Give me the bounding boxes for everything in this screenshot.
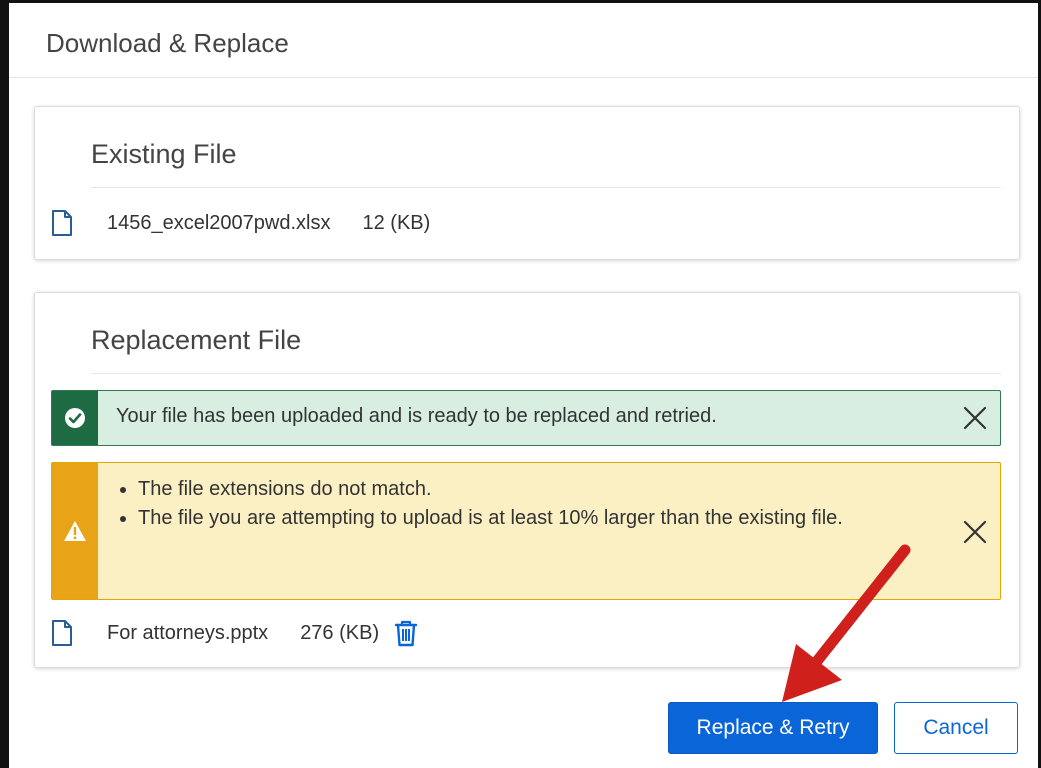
dialog-title: Download & Replace [46,28,289,58]
document-icon [52,210,72,236]
cancel-button[interactable]: Cancel [894,702,1018,754]
replacement-file-row: For attorneys.pptx 276 (KB) [51,619,419,647]
replacement-file-size: 276 (KB) [300,621,380,644]
existing-file-heading: Existing File [91,139,237,169]
warning-triangle-icon [64,521,86,541]
existing-file-row: 1456_excel2007pwd.xlsx 12 (KB) [51,210,430,236]
trash-icon[interactable] [393,619,419,647]
close-icon[interactable] [960,403,990,433]
replacement-file-name: For attorneys.pptx [107,621,269,644]
replace-and-retry-button[interactable]: Replace & Retry [668,702,878,754]
check-circle-icon [65,408,85,428]
warning-alert-bar [52,463,98,599]
replacement-file-divider [91,373,1001,374]
existing-file-size: 12 (KB) [362,211,431,234]
warning-alert-list: The file extensions do not match. The fi… [116,475,858,533]
existing-file-card: Existing File 1456_excel2007pwd.xlsx 12 … [34,106,1020,260]
document-icon [52,620,72,646]
replacement-file-heading: Replacement File [91,325,302,355]
title-divider [9,77,1038,78]
close-icon[interactable] [960,517,990,547]
warning-item: The file extensions do not match. [138,475,858,504]
success-alert: Your file has been uploaded and is ready… [51,390,1001,446]
replacement-file-card: Replacement File Your file has been uplo… [34,292,1020,668]
existing-file-divider [91,187,1001,188]
existing-file-name: 1456_excel2007pwd.xlsx [107,211,331,234]
success-alert-message: Your file has been uploaded and is ready… [116,405,717,427]
warning-item: The file you are attempting to upload is… [138,504,858,533]
success-alert-bar [52,391,98,445]
warning-alert: The file extensions do not match. The fi… [51,462,1001,600]
